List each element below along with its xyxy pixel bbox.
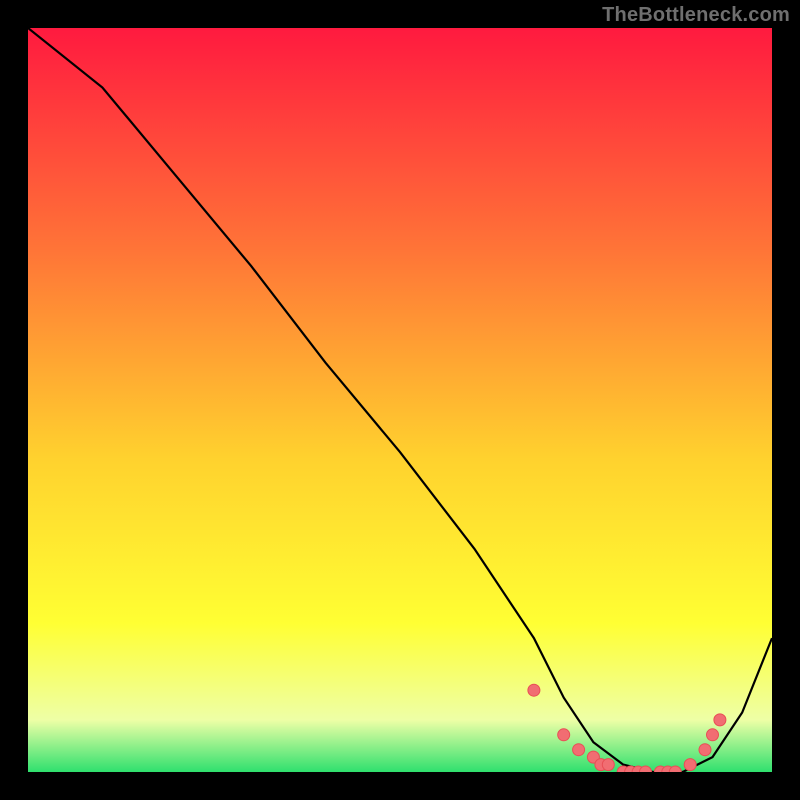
curve-marker	[573, 744, 585, 756]
plot-area	[28, 28, 772, 772]
watermark-label: TheBottleneck.com	[602, 4, 790, 27]
curve-marker	[714, 714, 726, 726]
curve-marker	[602, 759, 614, 771]
chart-stage: TheBottleneck.com	[0, 0, 800, 800]
plot-svg	[28, 28, 772, 772]
curve-marker	[528, 684, 540, 696]
curve-marker	[558, 729, 570, 741]
curve-marker	[684, 759, 696, 771]
gradient-backdrop	[28, 28, 772, 772]
curve-marker	[707, 729, 719, 741]
curve-marker	[699, 744, 711, 756]
